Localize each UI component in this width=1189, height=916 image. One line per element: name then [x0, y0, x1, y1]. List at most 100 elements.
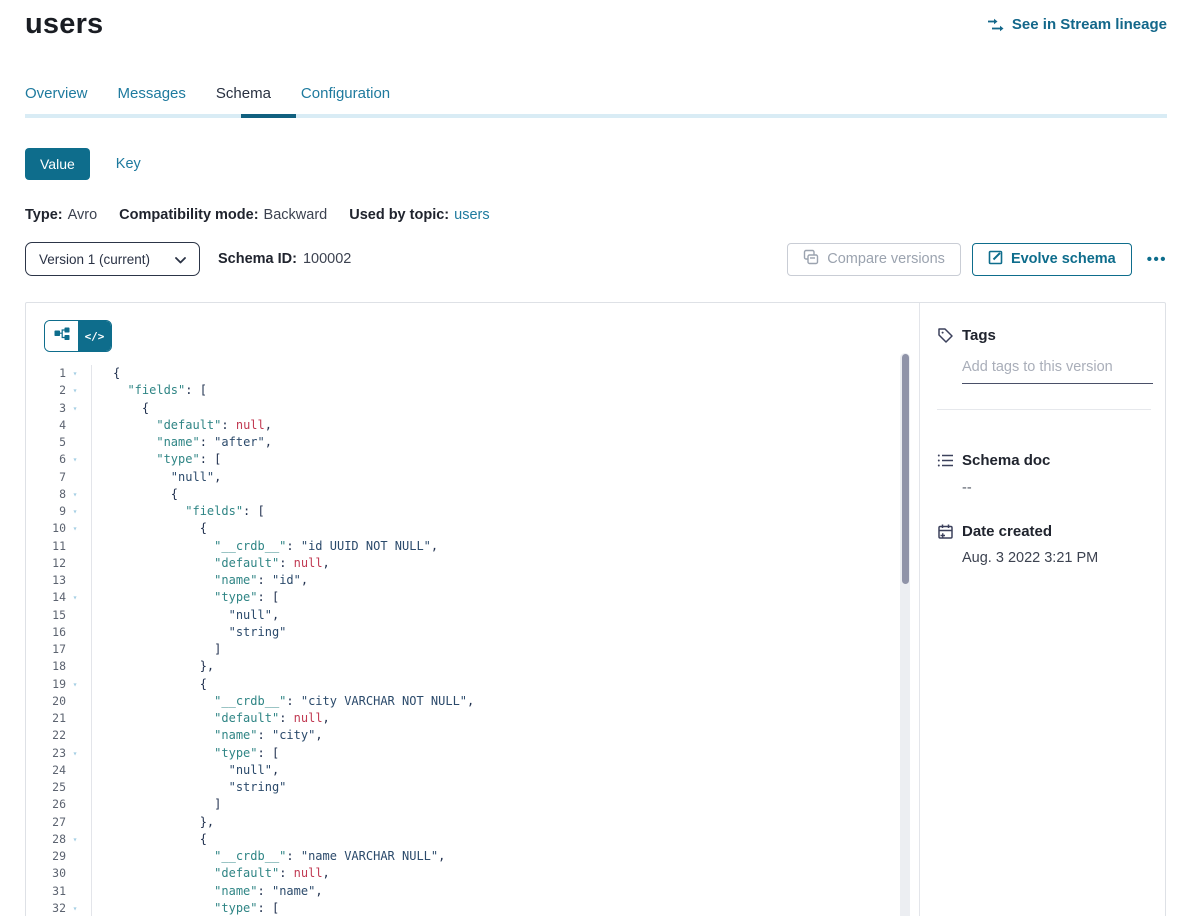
line-number: 24 [44, 762, 66, 779]
versions-copy-icon [803, 249, 819, 269]
code-text: "fields": [ [92, 503, 265, 520]
fold-toggle-icon[interactable]: ▾ [66, 900, 84, 916]
code-text: "__crdb__": "city VARCHAR NOT NULL", [92, 693, 474, 710]
stream-lineage-link[interactable]: See in Stream lineage [987, 16, 1167, 33]
fold-spacer [66, 469, 84, 486]
line-number: 11 [44, 538, 66, 555]
chevron-down-icon [175, 252, 186, 267]
code-text: ] [92, 641, 221, 658]
meta-label: Type: [25, 207, 63, 223]
code-view-button[interactable]: </> [78, 321, 111, 351]
code-text: "type": [ [92, 589, 279, 606]
compare-versions-label: Compare versions [827, 251, 945, 267]
tab-schema[interactable]: Schema [216, 85, 271, 114]
fold-toggle-icon[interactable]: ▾ [66, 400, 84, 417]
code-line: 7 "null", [26, 469, 919, 486]
tab-active-indicator [241, 114, 296, 118]
line-number: 2 [44, 382, 66, 399]
more-options-button[interactable]: ••• [1147, 243, 1167, 276]
tab-configuration[interactable]: Configuration [301, 85, 390, 114]
line-number: 8 [44, 486, 66, 503]
fold-toggle-icon[interactable]: ▾ [66, 365, 84, 382]
code-text: { [92, 520, 207, 537]
schema-doc-section: Schema doc -- [937, 452, 1151, 496]
code-text: "string" [92, 779, 286, 796]
fold-spacer [66, 624, 84, 641]
view-mode-toggle: </> [44, 320, 112, 352]
code-view-icon: </> [85, 330, 105, 343]
code-line: 28▾ { [26, 831, 919, 848]
fold-spacer [66, 572, 84, 589]
line-number: 23 [44, 745, 66, 762]
line-number: 9 [44, 503, 66, 520]
compare-versions-button[interactable]: Compare versions [787, 243, 961, 276]
evolve-schema-button[interactable]: Evolve schema [972, 243, 1132, 276]
code-text: "null", [92, 762, 279, 779]
fold-toggle-icon[interactable]: ▾ [66, 676, 84, 693]
code-line: 24 "null", [26, 762, 919, 779]
tab-messages[interactable]: Messages [118, 85, 186, 114]
line-number: 22 [44, 727, 66, 744]
code-line: 20 "__crdb__": "city VARCHAR NOT NULL", [26, 693, 919, 710]
fold-toggle-icon[interactable]: ▾ [66, 451, 84, 468]
code-text: { [92, 400, 149, 417]
code-text: "null", [92, 469, 221, 486]
line-number: 3 [44, 400, 66, 417]
tab-overview[interactable]: Overview [25, 85, 88, 114]
fold-toggle-icon[interactable]: ▾ [66, 503, 84, 520]
code-text: "type": [ [92, 900, 279, 916]
code-text: "__crdb__": "id UUID NOT NULL", [92, 538, 438, 555]
code-text: "default": null, [92, 710, 330, 727]
code-line: 30 "default": null, [26, 865, 919, 882]
meta-label: Compatibility mode: [119, 207, 258, 223]
date-created-title: Date created [962, 523, 1052, 540]
fold-toggle-icon[interactable]: ▾ [66, 382, 84, 399]
value-tab-button[interactable]: Value [25, 148, 90, 180]
code-text: "name": "after", [92, 434, 272, 451]
meta-item: Type:Avro [25, 207, 97, 223]
fold-spacer [66, 538, 84, 555]
line-number: 20 [44, 693, 66, 710]
code-line: 19▾ { [26, 676, 919, 693]
editor-scrollbar[interactable] [900, 353, 910, 916]
fold-toggle-icon[interactable]: ▾ [66, 831, 84, 848]
line-number: 16 [44, 624, 66, 641]
fold-toggle-icon[interactable]: ▾ [66, 486, 84, 503]
fold-spacer [66, 883, 84, 900]
editor-scrollbar-thumb[interactable] [902, 354, 909, 584]
schema-doc-title: Schema doc [962, 452, 1050, 469]
code-line: 27 }, [26, 814, 919, 831]
code-line: 9▾ "fields": [ [26, 503, 919, 520]
line-number: 30 [44, 865, 66, 882]
line-number: 10 [44, 520, 66, 537]
key-tab-button[interactable]: Key [116, 156, 141, 172]
code-text: ] [92, 796, 221, 813]
value-key-toggle: Value Key [0, 148, 1189, 180]
code-line: 18 }, [26, 658, 919, 675]
add-tags-input[interactable] [962, 357, 1153, 384]
schema-page: users See in Stream lineage Overview Mess… [0, 0, 1189, 916]
evolve-schema-label: Evolve schema [1011, 251, 1116, 267]
fold-spacer [66, 814, 84, 831]
fold-spacer [66, 796, 84, 813]
line-number: 15 [44, 607, 66, 624]
code-text: "name": "name", [92, 883, 323, 900]
version-select[interactable]: Version 1 (current) [25, 242, 200, 276]
meta-value-link[interactable]: users [454, 207, 489, 223]
tab-bar: Overview Messages Schema Configuration [0, 85, 1189, 114]
code-editor-content[interactable]: 1▾{2▾ "fields": [3▾ {4 "default": null,5… [26, 365, 919, 916]
fold-toggle-icon[interactable]: ▾ [66, 520, 84, 537]
line-number: 31 [44, 883, 66, 900]
schema-sidebar: Tags Schema doc [919, 303, 1165, 916]
fold-toggle-icon[interactable]: ▾ [66, 745, 84, 762]
schema-panel: </> 1▾{2▾ "fields": [3▾ {4 "default": nu… [25, 302, 1166, 916]
tree-view-button[interactable] [45, 321, 78, 351]
edit-icon [988, 250, 1003, 269]
code-line: 6▾ "type": [ [26, 451, 919, 468]
date-created-section: Date created Aug. 3 2022 3:21 PM [937, 523, 1151, 566]
fold-toggle-icon[interactable]: ▾ [66, 589, 84, 606]
version-select-value: Version 1 (current) [39, 252, 150, 267]
meta-item: Used by topic:users [349, 207, 489, 223]
line-number: 21 [44, 710, 66, 727]
code-line: 14▾ "type": [ [26, 589, 919, 606]
